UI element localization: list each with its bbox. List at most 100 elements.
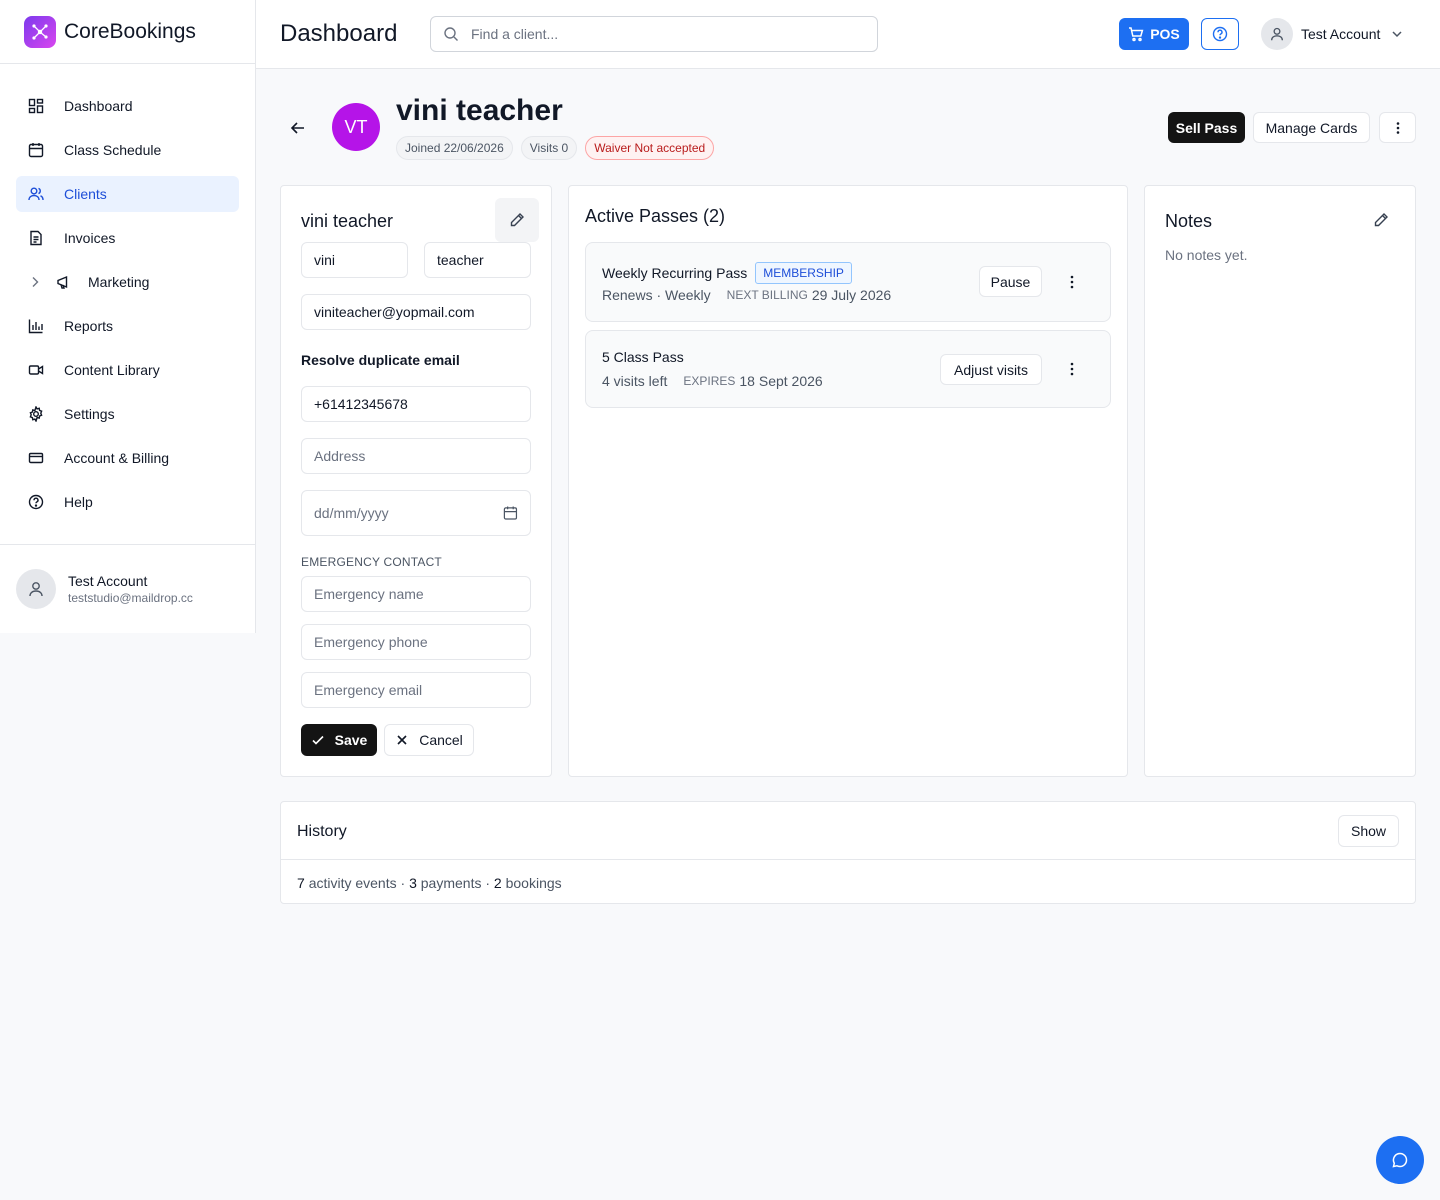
- more-vertical-icon: [1070, 275, 1074, 289]
- pass-meta-label: NEXT BILLING: [726, 288, 808, 302]
- brand[interactable]: CoreBookings: [0, 0, 255, 64]
- sidebar-item-account-billing[interactable]: Account & Billing: [16, 440, 239, 476]
- pass-meta-label: EXPIRES: [683, 374, 736, 388]
- sidebar-item-help[interactable]: Help: [16, 484, 239, 520]
- pos-button[interactable]: POS: [1119, 18, 1189, 50]
- help-button[interactable]: [1201, 18, 1239, 50]
- membership-badge: MEMBERSHIP: [755, 262, 852, 284]
- close-icon: [397, 735, 407, 745]
- brand-name: CoreBookings: [64, 19, 196, 43]
- pause-button[interactable]: Pause: [979, 266, 1042, 297]
- calendar-icon[interactable]: [503, 505, 518, 521]
- chevron-down-icon: [1392, 31, 1402, 38]
- save-button[interactable]: Save: [301, 724, 377, 756]
- sidebar-item-label: Help: [64, 494, 93, 510]
- resolve-duplicate-email-link[interactable]: Resolve duplicate email: [301, 352, 460, 368]
- sidebar-item-reports[interactable]: Reports: [16, 308, 239, 344]
- logo-icon: [24, 15, 56, 48]
- sidebar-item-settings[interactable]: Settings: [16, 396, 239, 432]
- sidebar-item-dashboard[interactable]: Dashboard: [16, 88, 239, 124]
- pass-subtitle: Renews · Weekly: [602, 287, 711, 303]
- sidebar-item-content-library[interactable]: Content Library: [16, 352, 239, 388]
- bar-chart-icon: [28, 318, 44, 334]
- divider: [281, 859, 1415, 860]
- emergency-phone-field[interactable]: [301, 624, 531, 660]
- cancel-button[interactable]: Cancel: [384, 724, 474, 756]
- notes-empty-text: No notes yet.: [1165, 247, 1248, 263]
- sidebar-item-marketing[interactable]: Marketing: [16, 264, 239, 300]
- emergency-name-input[interactable]: [314, 586, 530, 602]
- pass-meta-value: 18 Sept 2026: [739, 373, 823, 389]
- pencil-icon: [510, 213, 524, 227]
- account-name: Test Account: [1301, 26, 1381, 42]
- notes-title: Notes: [1165, 211, 1213, 231]
- pass-more-button[interactable]: [1063, 273, 1081, 291]
- sell-pass-button[interactable]: Sell Pass: [1168, 112, 1245, 143]
- active-passes-card: Active Passes (2) Weekly Recurring Pass …: [568, 185, 1128, 777]
- pos-label: POS: [1150, 26, 1180, 42]
- history-card: History Show 7 activity events · 3 payme…: [280, 801, 1416, 904]
- sidebar-item-label: Marketing: [88, 274, 150, 290]
- search-box[interactable]: [430, 16, 878, 52]
- search-input[interactable]: [471, 26, 851, 42]
- email-field[interactable]: [301, 294, 531, 330]
- sidebar-item-clients[interactable]: Clients: [16, 176, 239, 212]
- emergency-name-field[interactable]: [301, 576, 531, 612]
- emergency-email-input[interactable]: [314, 682, 530, 698]
- pass-name: Weekly Recurring Pass: [602, 265, 748, 281]
- pass-subtitle: 4 visits left: [602, 373, 668, 389]
- activity-label: activity events: [308, 875, 397, 891]
- sidebar-item-class-schedule[interactable]: Class Schedule: [16, 132, 239, 168]
- pass-item: 5 Class Pass 4 visits left EXPIRES 18 Se…: [585, 330, 1111, 408]
- chevron-right-icon[interactable]: [28, 275, 42, 289]
- edit-notes-button[interactable]: [1373, 212, 1389, 228]
- edit-button[interactable]: [495, 198, 539, 242]
- sidebar-user[interactable]: Test Account teststudio@maildrop.cc: [0, 544, 255, 633]
- waiver-badge[interactable]: Waiver Not accepted: [585, 136, 715, 160]
- arrow-left-icon: [290, 122, 304, 134]
- phone-field[interactable]: [301, 386, 531, 422]
- sidebar-item-label: Class Schedule: [64, 142, 162, 158]
- date-of-birth-field[interactable]: [301, 490, 531, 536]
- history-title: History: [297, 823, 347, 840]
- emergency-phone-input[interactable]: [314, 634, 530, 650]
- pencil-icon: [1374, 213, 1388, 227]
- back-button[interactable]: [289, 119, 307, 137]
- client-meta: Joined 22/06/2026 Visits 0 Waiver Not ac…: [396, 136, 722, 160]
- pass-more-button[interactable]: [1063, 360, 1081, 378]
- active-passes-title: Active Passes (2): [585, 206, 726, 226]
- sidebar-user-email: teststudio@maildrop.cc: [68, 591, 193, 605]
- pass-name: 5 Class Pass: [602, 349, 684, 365]
- sidebar-user-name: Test Account: [68, 573, 148, 589]
- date-of-birth-input[interactable]: [314, 505, 504, 521]
- last-name-input[interactable]: [437, 252, 530, 268]
- client-avatar: VT: [332, 103, 380, 151]
- sidebar-item-label: Content Library: [64, 362, 160, 378]
- more-options-button[interactable]: [1379, 112, 1416, 143]
- emergency-email-field[interactable]: [301, 672, 531, 708]
- video-icon: [28, 362, 44, 378]
- user-icon: [1271, 27, 1283, 41]
- joined-badge: Joined 22/06/2026: [396, 136, 513, 160]
- more-vertical-icon: [1070, 362, 1074, 376]
- account-menu[interactable]: Test Account: [1261, 18, 1404, 50]
- chat-button[interactable]: [1376, 1136, 1424, 1184]
- email-input[interactable]: [314, 304, 530, 320]
- sidebar-item-invoices[interactable]: Invoices: [16, 220, 239, 256]
- manage-cards-button[interactable]: Manage Cards: [1253, 112, 1370, 143]
- address-field[interactable]: [301, 438, 531, 474]
- chat-icon: [1392, 1152, 1408, 1168]
- show-history-button[interactable]: Show: [1338, 815, 1399, 847]
- notes-card: Notes No notes yet.: [1144, 185, 1416, 777]
- first-name-field[interactable]: [301, 242, 408, 278]
- last-name-field[interactable]: [424, 242, 531, 278]
- phone-input[interactable]: [314, 396, 530, 412]
- address-input[interactable]: [314, 448, 530, 464]
- avatar: [1261, 18, 1293, 50]
- adjust-visits-button[interactable]: Adjust visits: [940, 354, 1042, 385]
- first-name-input[interactable]: [314, 252, 407, 268]
- save-label: Save: [334, 732, 368, 748]
- bookings-count: 2: [493, 875, 502, 891]
- bookings-label: bookings: [505, 875, 562, 891]
- pass-meta-value: 29 July 2026: [811, 287, 892, 303]
